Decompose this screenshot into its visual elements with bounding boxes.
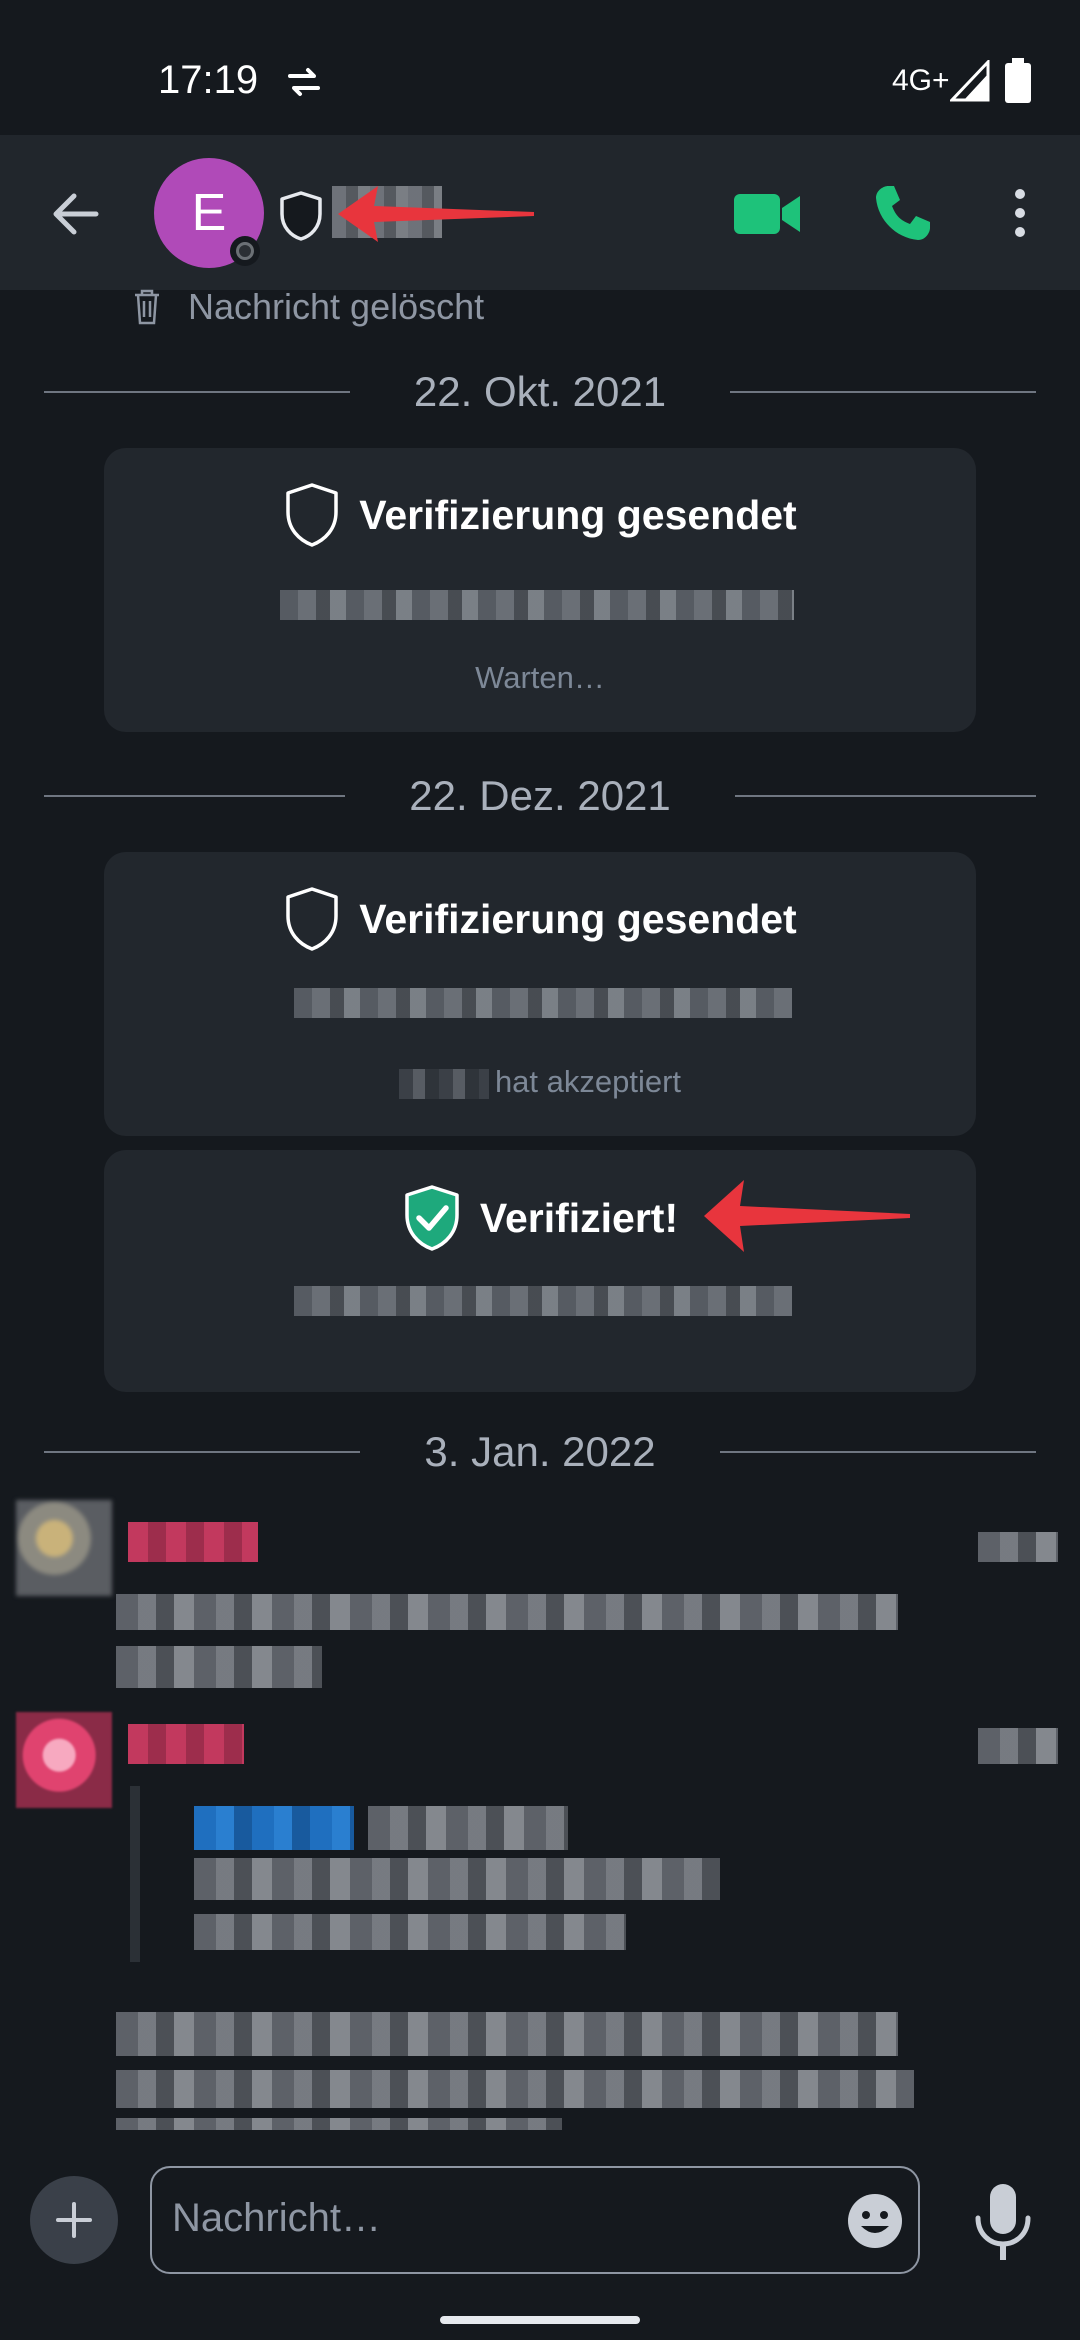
date-label: 22. Dez. 2021 — [409, 772, 671, 819]
quoted-text — [194, 1914, 626, 1950]
redacted-text — [280, 590, 794, 620]
plus-icon — [56, 2202, 92, 2238]
sender-avatar[interactable] — [16, 1500, 112, 1596]
trash-icon — [135, 289, 159, 325]
sender-name[interactable] — [128, 1724, 244, 1764]
quoted-header — [368, 1806, 568, 1850]
status-time: 17:19 — [158, 58, 259, 102]
back-arrow-icon — [53, 193, 99, 235]
redacted-text — [294, 1286, 792, 1316]
shield-icon — [286, 887, 339, 951]
sender-name[interactable] — [128, 1522, 258, 1562]
message-time — [978, 1728, 1058, 1764]
deleted-message-text: Nachricht gelöscht — [188, 286, 485, 327]
message-text — [116, 2012, 898, 2056]
battery-icon — [1005, 58, 1031, 103]
redacted-text — [294, 988, 792, 1018]
verification-card: Verifizierung gesendet Warten… — [104, 448, 976, 732]
message-text — [116, 2070, 914, 2108]
date-separator: 22. Okt. 2021 — [44, 362, 1037, 422]
card-title: Verifizierung gesendet — [359, 491, 797, 538]
emoji-icon[interactable] — [846, 2192, 904, 2250]
quoted-sender — [194, 1806, 354, 1850]
quoted-text — [194, 1858, 720, 1900]
presence-indicator — [230, 236, 260, 266]
deleted-message: Nachricht gelöscht — [132, 282, 484, 332]
gesture-handle[interactable] — [440, 2316, 640, 2324]
date-separator: 22. Dez. 2021 — [44, 766, 1037, 826]
video-call-icon[interactable] — [732, 188, 802, 240]
card-title: Verifizierung gesendet — [359, 895, 797, 942]
back-button[interactable] — [40, 178, 112, 250]
attach-button[interactable] — [30, 2176, 118, 2264]
shield-icon[interactable] — [278, 190, 324, 242]
sender-avatar[interactable] — [16, 1712, 112, 1808]
phone-icon[interactable] — [870, 180, 936, 246]
network-type: 4G+ — [892, 64, 950, 97]
verified-shield-icon — [405, 1185, 459, 1251]
message-text — [116, 1646, 322, 1688]
card-status: hat akzeptiert — [494, 1064, 682, 1099]
date-label: 3. Jan. 2022 — [424, 1428, 656, 1475]
message-input-placeholder[interactable]: Nachricht… — [172, 2196, 381, 2241]
card-status: Warten… — [475, 660, 605, 695]
avatar-letter: E — [191, 184, 227, 242]
annotation-arrow — [338, 186, 534, 242]
verification-card: Verifizierung gesendet hat akzeptiert — [104, 852, 976, 1136]
annotation-arrow — [704, 1180, 910, 1252]
quote-bar — [130, 1786, 140, 1962]
microphone-icon[interactable] — [968, 2180, 1038, 2264]
more-vert-icon[interactable] — [1000, 180, 1040, 246]
card-title: Verifiziert! — [479, 1194, 679, 1241]
date-separator: 3. Jan. 2022 — [44, 1422, 1036, 1482]
message-time — [978, 1532, 1058, 1562]
redacted-name — [398, 1068, 489, 1099]
shield-icon — [286, 483, 339, 547]
card-status-row: hat akzeptiert — [104, 1064, 976, 1100]
message-text — [116, 1594, 898, 1630]
sync-icon — [288, 68, 320, 96]
date-label: 22. Okt. 2021 — [413, 368, 667, 415]
signal-icon — [950, 60, 990, 102]
